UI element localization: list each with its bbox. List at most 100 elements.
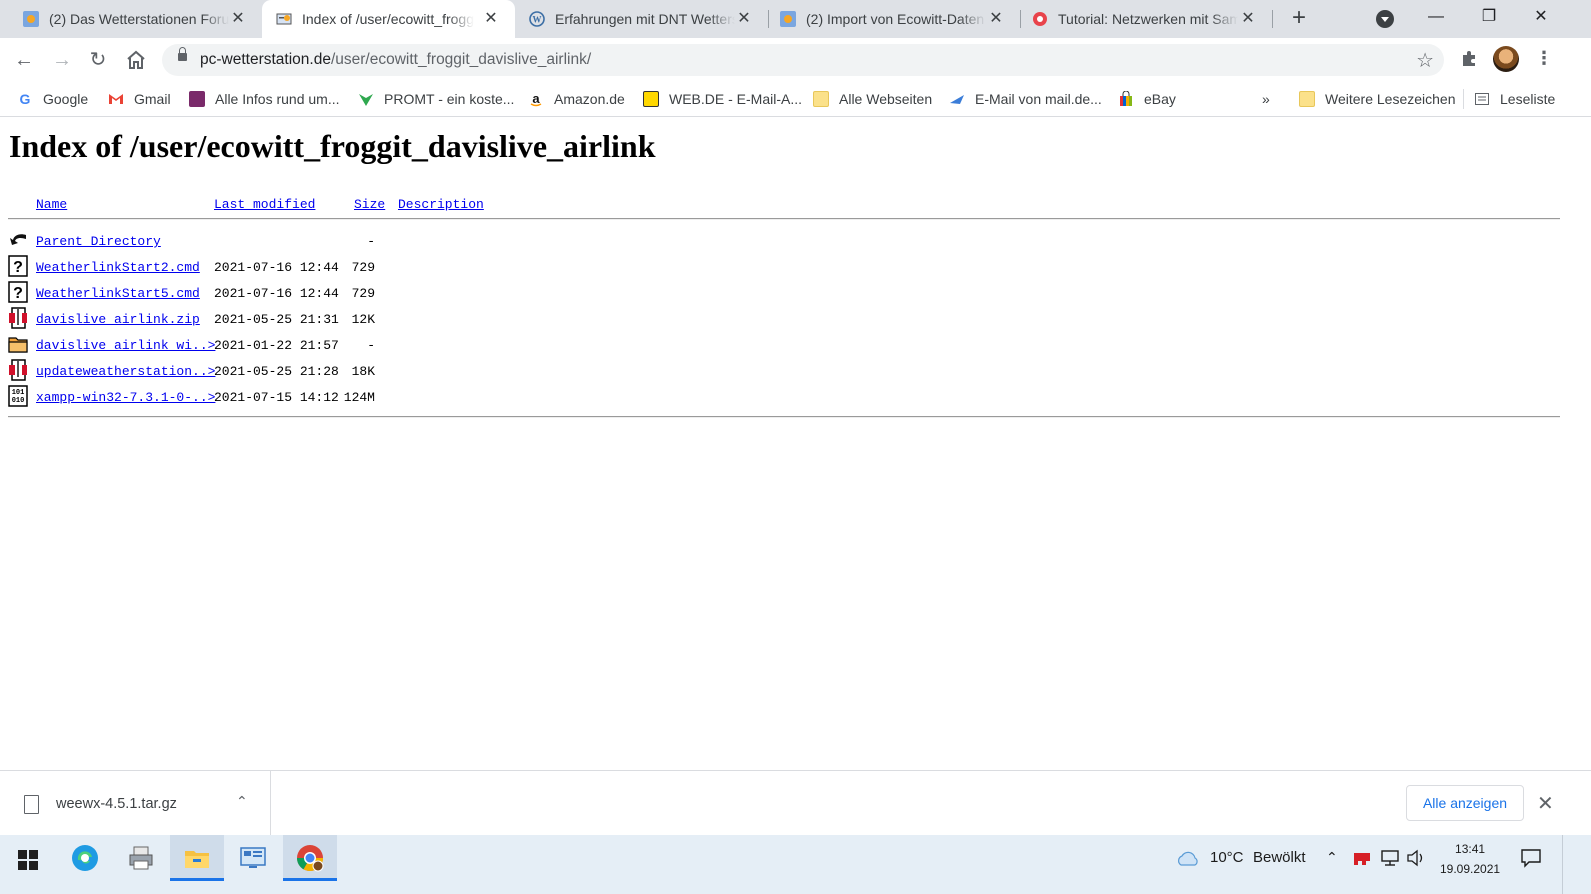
new-tab-plus-icon[interactable]: + (1286, 6, 1312, 32)
tab-import[interactable]: (2) Import von Ecowitt-Daten ✕ (768, 0, 1020, 38)
minimize-icon[interactable]: — (1424, 5, 1448, 29)
unknown-file-icon: ? (8, 255, 28, 277)
bookmarks-bar: G Google Gmail Alle Infos rund um... PRO… (0, 82, 1591, 117)
promt-icon (359, 94, 373, 106)
ebay-icon (1120, 91, 1132, 106)
compressed-icon (9, 307, 27, 329)
taskbar-file-explorer[interactable] (170, 835, 224, 881)
bookmark-label: Alle Infos rund um... (215, 91, 340, 107)
url-path: /user/ecowitt_froggit_davislive_airlink/ (330, 51, 592, 68)
reading-list-button[interactable]: Leseliste (1474, 89, 1555, 109)
forward-arrow-icon[interactable]: → (50, 48, 74, 72)
tab-title: Tutorial: Netzwerken mit Samba (1058, 11, 1238, 27)
entry-link[interactable]: xampp-win32-7.3.1-0-..> (36, 390, 215, 405)
address-bar[interactable]: pc-wetterstation.de/user/ecowitt_froggit… (162, 44, 1444, 76)
bookmark-label: Leseliste (1500, 91, 1556, 107)
bookmark-webde[interactable]: WEB.DE - E-Mail-A... (643, 89, 802, 109)
taskbar-edge[interactable] (58, 835, 112, 881)
system-clock[interactable]: 13:41 19.09.2021 (1440, 839, 1500, 879)
profile-avatar[interactable] (1493, 46, 1519, 72)
bookmark-label: eBay (1144, 91, 1176, 107)
notification-center-icon[interactable] (1520, 848, 1542, 868)
tab-title: (2) Import von Ecowitt-Daten (806, 11, 985, 27)
show-desktop-divider[interactable] (1562, 835, 1563, 894)
url-text[interactable]: pc-wetterstation.de/user/ecowitt_froggit… (200, 51, 591, 69)
compressed-icon (9, 359, 27, 381)
network-icon[interactable] (1380, 849, 1400, 867)
entry-modified: 2021-07-16 12:44 (214, 286, 339, 301)
entry-size: - (367, 338, 375, 353)
page-content: Index of /user/ecowitt_froggit_davislive… (0, 117, 1591, 770)
reload-icon[interactable]: ↻ (86, 48, 110, 72)
bookmark-promt[interactable]: PROMT - ein koste... (358, 89, 514, 109)
extensions-puzzle-icon[interactable] (1460, 48, 1480, 68)
tab-title: Erfahrungen mit DNT Wetterstation (555, 11, 735, 27)
tray-app-red-icon[interactable] (1352, 849, 1372, 867)
taskbar-chrome[interactable] (283, 835, 337, 881)
close-tab-icon[interactable]: ✕ (1238, 9, 1258, 29)
header-rule (8, 218, 1560, 220)
entry-size: 124M (343, 390, 375, 405)
entry-link[interactable]: Parent Directory (36, 234, 161, 249)
close-download-shelf-icon[interactable]: ✕ (1537, 791, 1554, 816)
tab-wordpress[interactable]: W Erfahrungen mit DNT Wetterstation ✕ (515, 0, 768, 38)
entry-link[interactable]: WeatherlinkStart5.cmd (36, 286, 200, 301)
bookmark-star-icon[interactable]: ☆ (1416, 48, 1434, 73)
tab-strip: (2) Das Wetterstationen Forum ✕ Index of… (0, 0, 1591, 38)
entry-link[interactable]: WeatherlinkStart2.cmd (36, 260, 200, 275)
monitor-icon (240, 847, 266, 868)
show-all-downloads-button[interactable]: Alle anzeigen (1406, 785, 1524, 821)
back-arrow-icon[interactable]: ← (12, 48, 36, 72)
bookmark-folder-weitere[interactable]: Weitere Lesezeichen (1299, 89, 1455, 109)
cloudy-weather-icon[interactable] (1176, 849, 1200, 867)
close-tab-icon[interactable]: ✕ (986, 9, 1006, 29)
tab-title: Index of /user/ecowitt_froggit (302, 11, 474, 27)
bookmark-label: Alle Webseiten (839, 91, 933, 107)
weather-temperature[interactable]: 10°C (1210, 849, 1244, 866)
weather-condition[interactable]: Bewölkt (1253, 849, 1306, 866)
download-item[interactable]: weewx-4.5.1.tar.gz ⌃ (0, 771, 271, 835)
bookmark-alle-infos[interactable]: Alle Infos rund um... (189, 89, 340, 109)
restore-icon[interactable]: ❐ (1477, 5, 1501, 29)
listing-row: ? WeatherlinkStart2.cmd 2021-07-16 12:44… (0, 255, 600, 281)
entry-size: 729 (351, 260, 375, 275)
chrome-icon (296, 845, 324, 872)
taskbar-printer[interactable] (114, 835, 168, 881)
column-header-size[interactable]: Size (354, 197, 385, 212)
close-window-icon[interactable]: ✕ (1529, 5, 1553, 29)
start-button[interactable] (0, 835, 54, 881)
tray-chevron-up-icon[interactable]: ⌃ (1326, 849, 1338, 866)
tab-forum[interactable]: (2) Das Wetterstationen Forum ✕ (0, 0, 262, 38)
bookmark-ebay[interactable]: eBay (1118, 89, 1176, 109)
volume-icon[interactable] (1406, 849, 1426, 867)
taskbar-remote-desktop[interactable] (226, 835, 280, 881)
column-header-name[interactable]: Name (36, 197, 67, 212)
bookmark-amazon[interactable]: a Amazon.de (528, 89, 625, 109)
tab-index-active[interactable]: Index of /user/ecowitt_froggit ✕ (262, 0, 515, 38)
tab-tutorial[interactable]: Tutorial: Netzwerken mit Samba ✕ (1020, 0, 1272, 38)
entry-link[interactable]: davislive_airlink_wi..> (36, 338, 215, 353)
bookmark-google[interactable]: G Google (17, 89, 89, 109)
chevron-up-icon[interactable]: ⌃ (236, 793, 248, 810)
lock-icon[interactable] (178, 47, 187, 61)
amazon-icon: a (530, 91, 542, 107)
bookmark-label: Gmail (134, 91, 171, 107)
entry-link[interactable]: updateweatherstation..> (36, 364, 215, 379)
column-header-last-modified[interactable]: Last modified (214, 197, 315, 212)
close-tab-icon[interactable]: ✕ (734, 9, 754, 29)
tab-search-icon[interactable] (1376, 10, 1394, 28)
close-tab-icon[interactable]: ✕ (228, 9, 248, 29)
footer-rule (8, 416, 1560, 418)
column-header-description[interactable]: Description (398, 197, 484, 212)
bookmark-label: Weitere Lesezeichen (1325, 91, 1456, 107)
bookmarks-overflow-chevron-icon[interactable]: » (1262, 89, 1270, 109)
home-icon[interactable] (124, 48, 148, 72)
bookmark-label: Google (43, 91, 89, 107)
close-tab-icon[interactable]: ✕ (481, 9, 501, 29)
bookmark-gmail[interactable]: Gmail (108, 89, 171, 109)
kebab-menu-icon[interactable]: ⋮ (1535, 48, 1553, 69)
tab-separator (1272, 10, 1273, 28)
entry-link[interactable]: davislive_airlink.zip (36, 312, 200, 327)
bookmark-folder-alle-webseiten[interactable]: Alle Webseiten (813, 89, 932, 109)
bookmark-mailde[interactable]: E-Mail von mail.de... (949, 89, 1102, 109)
